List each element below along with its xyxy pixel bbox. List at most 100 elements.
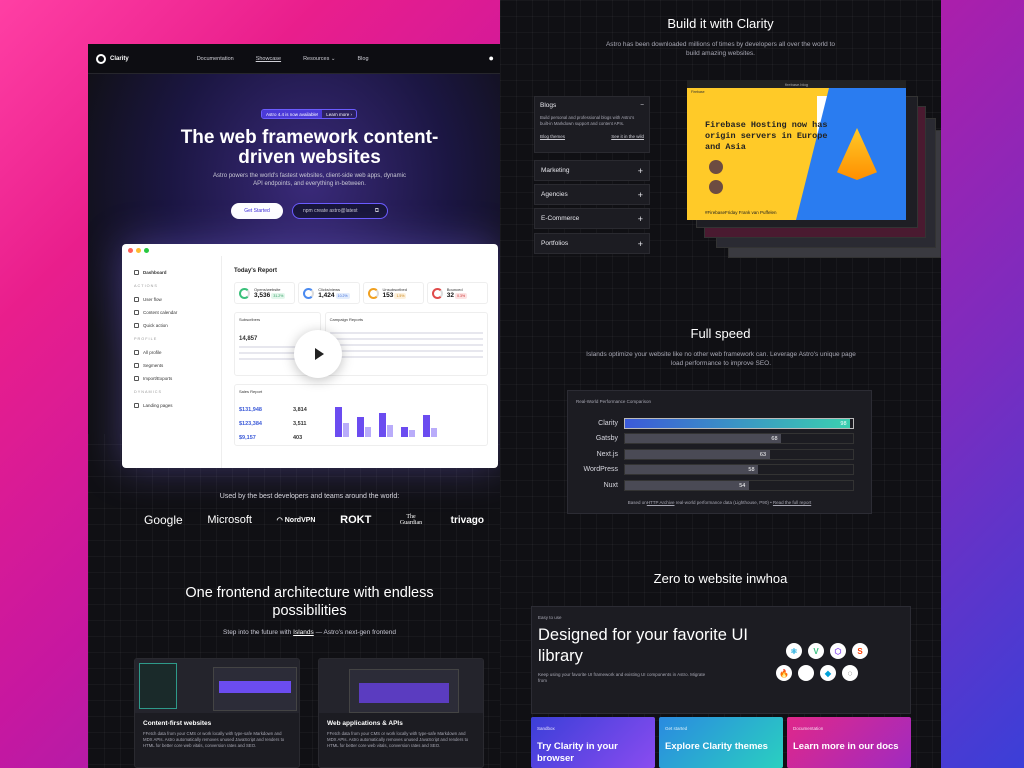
bar xyxy=(625,480,750,490)
accordion-item[interactable]: Marketing + xyxy=(534,160,650,181)
get-started-button[interactable]: Get Started xyxy=(231,203,283,219)
dashboard-sidebar: Dashboard ACTIONS User flow Content cale… xyxy=(122,256,222,468)
solid-icon: 🔥 xyxy=(776,665,792,681)
accordion-item[interactable]: Agencies + xyxy=(534,184,650,205)
svelte-icon: S xyxy=(852,643,868,659)
learn-more-link[interactable]: Learn more › xyxy=(322,112,356,117)
bar-value-label: 54 xyxy=(739,482,746,489)
speed-title: Full speed xyxy=(690,326,751,341)
campaign-card: Campaign Reports xyxy=(324,312,488,376)
build-title: Build it with Clarity xyxy=(667,16,774,31)
report-title: Today's Report xyxy=(234,268,277,274)
sandbox-card[interactable]: Sandbox Try Clarity in your browser xyxy=(531,717,655,768)
stat-card: Unsubscribed 153 1.5% xyxy=(362,282,424,304)
http-archive-link[interactable]: HTTP Archive xyxy=(647,500,675,505)
nav-blog[interactable]: Blog xyxy=(358,56,369,62)
hero-subtitle: Astro powers the world's fastest website… xyxy=(213,173,406,187)
guardian-logo: The Guardian xyxy=(399,514,423,526)
vue-icon: V xyxy=(808,643,824,659)
landing-page-right: Build it with Clarity Astro has been dow… xyxy=(500,0,941,768)
accordion-item[interactable]: E-Commerce + xyxy=(534,208,650,229)
performance-chart: Real-World Performance Comparison Clarit… xyxy=(567,390,872,514)
chart-title: Real-World Performance Comparison xyxy=(576,399,651,404)
bar-row: WordPress 58 xyxy=(568,464,873,476)
bar xyxy=(625,434,782,443)
ui-library-card[interactable]: Easy to use Designed for your favorite U… xyxy=(531,606,911,714)
feature-card[interactable]: Content-first websites FFetch data from … xyxy=(134,658,300,768)
bar-row: Nuxt 54 xyxy=(568,479,873,491)
accordion-item[interactable]: Portfolios + xyxy=(534,233,650,254)
bar-row: Next.js 63 xyxy=(568,448,873,460)
docs-card[interactable]: Documentation Learn more in our docs xyxy=(787,717,911,768)
plus-icon: + xyxy=(637,238,643,249)
bar-track: 63 xyxy=(624,448,854,460)
framework-icon: ◌ xyxy=(842,665,858,681)
sidebar-item-dashboard[interactable]: Dashboard xyxy=(134,266,209,279)
plus-icon: + xyxy=(637,189,643,200)
bar-row: Clarity 98 xyxy=(568,417,873,429)
google-logo: Google xyxy=(144,513,183,527)
see-in-wild-link[interactable]: See it in the wild xyxy=(611,134,644,139)
dashboard-main: Today's Report Opens/website 3,536 31.2% … xyxy=(234,268,488,462)
nav-documentation[interactable]: Documentation xyxy=(197,56,234,62)
alpine-icon: ◆ xyxy=(820,665,836,681)
section-label: PROFILE xyxy=(134,337,158,341)
feature-card[interactable]: Web applications & APIs FFetch data from… xyxy=(318,658,484,768)
stat-card: Bounced 32 0.3% xyxy=(426,282,488,304)
islands-link[interactable]: Islands xyxy=(293,629,314,636)
bar-label: Gatsby xyxy=(595,435,618,442)
feature-illustration xyxy=(319,659,483,713)
nordvpn-logo: ◠ NordVPN xyxy=(276,517,316,524)
sidebar-item[interactable]: All profile xyxy=(134,346,209,359)
bar-track: 54 xyxy=(624,479,854,491)
themes-card[interactable]: Get started Explore Clarity themes xyxy=(659,717,783,768)
feature-illustration xyxy=(135,659,299,713)
bar-track: 98 xyxy=(624,417,854,429)
release-badge[interactable]: Astro 4.4 is now available! Learn more › xyxy=(261,109,358,119)
bar-value-label: 98 xyxy=(840,420,847,427)
sidebar-item[interactable]: Quick action xyxy=(134,319,209,332)
top-nav: Clarity Documentation Showcase Resources… xyxy=(88,44,531,74)
sidebar-item[interactable]: Segments xyxy=(134,359,209,372)
zero-title: Zero to website inwhoa xyxy=(653,571,788,586)
nav-showcase[interactable]: Showcase xyxy=(256,56,281,62)
sales-bar-chart xyxy=(335,401,465,437)
accordion-item-blogs[interactable]: Blogs − Build personal and professional b… xyxy=(534,96,650,153)
sidebar-item[interactable]: Import/Exports xyxy=(134,372,209,385)
sidebar-item[interactable]: Landing pages xyxy=(134,399,209,412)
brand-logo[interactable]: Clarity xyxy=(96,53,129,64)
github-icon[interactable]: ● xyxy=(488,53,493,64)
bar-label: Next.js xyxy=(596,450,618,458)
bar-row: Gatsby 68 xyxy=(568,433,873,445)
sidebar-item[interactable]: Content calendar xyxy=(134,306,209,319)
stat-card: Opens/website 3,536 31.2% xyxy=(234,282,296,304)
bar-label: Nuxt xyxy=(603,481,618,489)
bar-label: Clarity xyxy=(598,419,618,427)
dashboard-preview: Dashboard ACTIONS User flow Content cale… xyxy=(122,244,498,468)
showcase-preview[interactable]: Firebase Firebase Hosting now has origin… xyxy=(687,88,906,220)
bar-value-label: 58 xyxy=(748,467,755,473)
bar xyxy=(625,465,759,474)
preact-icon: ⬡ xyxy=(830,643,846,659)
bar-value-label: 63 xyxy=(759,451,767,458)
full-report-link[interactable]: Read the full report xyxy=(773,500,811,505)
customer-logos: Google Microsoft ◠ NordVPN ROKT The Guar… xyxy=(144,513,484,527)
bar xyxy=(625,418,851,428)
nav-resources[interactable]: Resources ⌄ xyxy=(303,56,335,62)
copy-icon[interactable]: ⧉ xyxy=(375,208,379,215)
chevron-down-icon: ⌄ xyxy=(330,55,336,62)
rokt-logo: ROKT xyxy=(340,514,372,526)
sidebar-item[interactable]: User flow xyxy=(134,293,209,306)
speed-subtitle: Islands optimize your website like no ot… xyxy=(586,351,856,367)
minus-icon[interactable]: − xyxy=(640,102,644,109)
play-icon xyxy=(315,348,324,360)
clarity-logo-icon xyxy=(96,53,106,64)
command-copy-field[interactable]: npm create astro@latest ⧉ xyxy=(292,203,388,219)
sales-card: Sales Report $131,948 $123,384 $9,157 3,81… xyxy=(234,384,488,446)
bar xyxy=(625,449,770,459)
landing-page-left: Clarity Documentation Showcase Resources… xyxy=(88,44,531,768)
section-label: DYNAMICS xyxy=(134,390,163,394)
blog-themes-link[interactable]: Blog themes xyxy=(540,134,565,139)
play-video-button[interactable] xyxy=(294,330,342,378)
architecture-subtitle: Step into the future with Islands — Astr… xyxy=(223,629,396,636)
